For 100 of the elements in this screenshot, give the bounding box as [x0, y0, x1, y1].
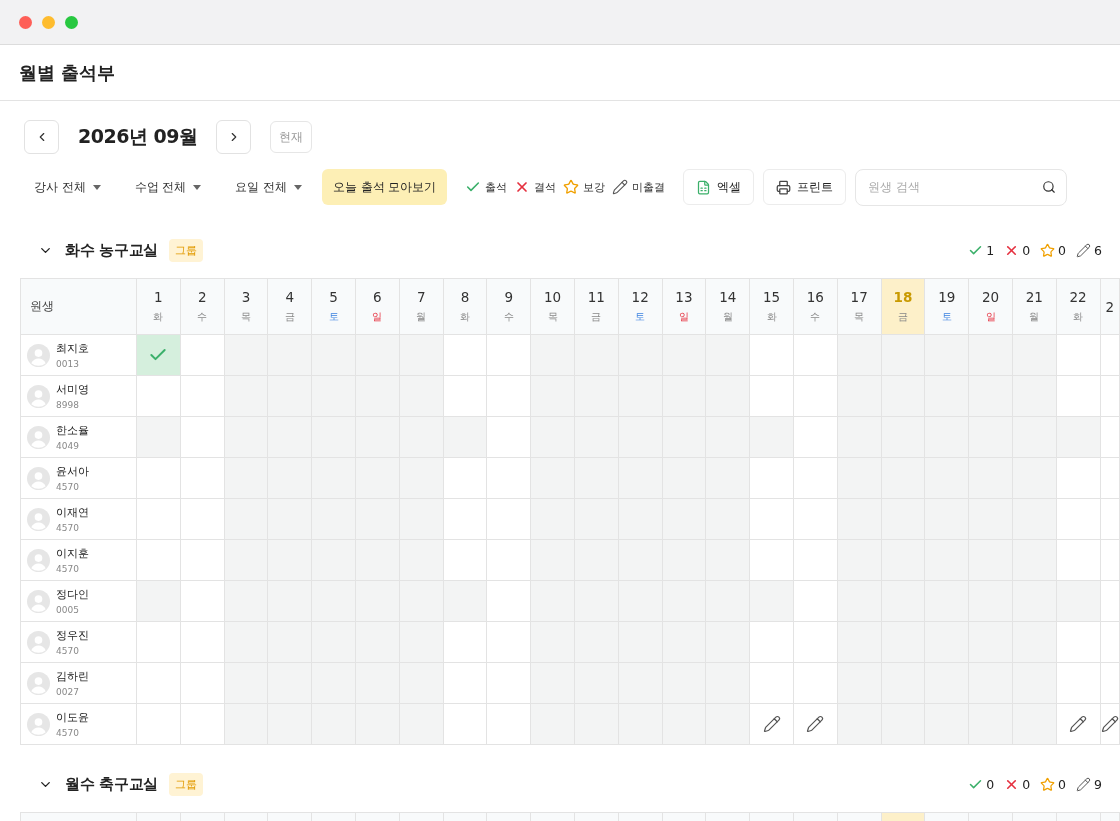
attendance-cell[interactable] [793, 335, 838, 376]
attendance-cell[interactable] [1056, 335, 1101, 376]
attendance-cell[interactable] [137, 458, 181, 499]
attendance-cell[interactable] [750, 458, 794, 499]
avatar-icon [27, 507, 50, 531]
attendance-cell[interactable] [750, 622, 794, 663]
attendance-cell[interactable] [487, 376, 532, 417]
attendance-cell[interactable] [180, 581, 225, 622]
attendance-cell[interactable] [750, 335, 794, 376]
attendance-cell[interactable] [487, 540, 532, 581]
attendance-cell[interactable] [487, 417, 532, 458]
filter-dropdown[interactable]: 강사 전체 [20, 179, 101, 195]
attendance-cell [881, 335, 926, 376]
attendance-cell[interactable] [793, 581, 838, 622]
attendance-cell[interactable] [137, 704, 181, 745]
search-field[interactable]: 원생 검색 [855, 168, 1068, 206]
attendance-cell[interactable] [750, 704, 794, 745]
attendance-cell[interactable] [443, 335, 488, 376]
window-control[interactable] [19, 15, 32, 29]
student-name: 이도윤 [56, 710, 89, 725]
attendance-cell[interactable] [1056, 499, 1101, 540]
window-control[interactable] [42, 15, 55, 29]
legend-label: 결석 [534, 179, 557, 195]
date-header: 18 금 [881, 279, 926, 335]
attendance-cell[interactable] [1056, 622, 1101, 663]
attendance-cell[interactable] [750, 663, 794, 704]
attendance-cell[interactable] [443, 458, 488, 499]
attendance-cell[interactable] [793, 417, 838, 458]
attendance-cell [837, 376, 882, 417]
attendance-cell[interactable] [793, 499, 838, 540]
attendance-cell[interactable] [487, 458, 532, 499]
attendance-cell[interactable] [180, 704, 225, 745]
attendance-cell[interactable] [180, 417, 225, 458]
today-attendance-button[interactable]: 오늘 출석 모아보기 [321, 169, 448, 205]
attendance-cell[interactable] [793, 663, 838, 704]
attendance-cell[interactable] [487, 704, 532, 745]
attendance-cell [837, 417, 882, 458]
attendance-cell[interactable] [487, 663, 532, 704]
group-badge: 그룹 [168, 238, 203, 262]
attendance-cell[interactable] [487, 499, 532, 540]
attendance-cell[interactable] [793, 622, 838, 663]
attendance-cell[interactable] [487, 581, 532, 622]
attendance-cell[interactable] [180, 335, 225, 376]
attendance-cell[interactable] [180, 663, 225, 704]
filter-dropdown[interactable]: 수업 전체 [120, 179, 202, 195]
print-button[interactable]: 프린트 [763, 169, 847, 205]
search-icon[interactable] [1042, 179, 1057, 194]
attendance-cell[interactable] [750, 499, 794, 540]
attendance-cell[interactable] [180, 540, 225, 581]
attendance-cell[interactable] [487, 622, 532, 663]
legend-label: 보강 [583, 179, 606, 195]
attendance-cell[interactable] [443, 704, 488, 745]
attendance-cell[interactable] [443, 540, 488, 581]
attendance-cell[interactable] [443, 499, 488, 540]
attendance-cell[interactable] [180, 376, 225, 417]
excel-button[interactable]: 엑셀 [683, 169, 755, 205]
attendance-cell[interactable] [487, 335, 532, 376]
attendance-cell[interactable] [137, 499, 181, 540]
attendance-cell[interactable] [180, 458, 225, 499]
attendance-cell[interactable] [180, 499, 225, 540]
attendance-cell [399, 417, 444, 458]
attendance-cell[interactable] [443, 376, 488, 417]
pencil-icon [1076, 776, 1092, 792]
window-control[interactable] [65, 15, 78, 29]
attendance-cell[interactable] [137, 622, 181, 663]
attendance-cell [837, 335, 882, 376]
star-icon [563, 179, 580, 195]
next-month-button[interactable] [216, 120, 252, 154]
attendance-cell[interactable] [137, 540, 181, 581]
attendance-cell[interactable] [443, 622, 488, 663]
attendance-cell[interactable] [793, 376, 838, 417]
attendance-cell [574, 704, 619, 745]
attendance-cell[interactable] [137, 376, 181, 417]
attendance-cell[interactable] [1056, 540, 1101, 581]
attendance-cell [399, 581, 444, 622]
student-name: 서미영 [56, 382, 89, 397]
date-header: 12 토 [618, 279, 663, 335]
attendance-cell [618, 335, 663, 376]
attendance-cell[interactable] [793, 458, 838, 499]
attendance-cell [268, 335, 313, 376]
attendance-cell[interactable] [793, 540, 838, 581]
date-header: 14 월 [706, 279, 751, 335]
attendance-cell[interactable] [793, 704, 838, 745]
previous-month-button[interactable] [24, 120, 59, 154]
student-name: 이지훈 [56, 546, 89, 561]
attendance-cell[interactable] [750, 376, 794, 417]
column-header: 원생 [21, 279, 137, 335]
attendance-cell[interactable] [137, 663, 181, 704]
student-code: 4570 [56, 482, 80, 492]
attendance-cell[interactable] [180, 622, 225, 663]
attendance-cell[interactable] [750, 540, 794, 581]
attendance-cell[interactable] [1056, 458, 1101, 499]
attendance-cell[interactable] [443, 663, 488, 704]
attendance-cell[interactable] [137, 335, 181, 376]
attendance-cell[interactable] [1056, 376, 1101, 417]
attendance-cell [399, 704, 444, 745]
attendance-cell [399, 663, 444, 704]
attendance-cell[interactable] [1056, 663, 1101, 704]
attendance-cell[interactable] [1056, 704, 1101, 745]
filter-dropdown[interactable]: 요일 전체 [221, 179, 302, 195]
